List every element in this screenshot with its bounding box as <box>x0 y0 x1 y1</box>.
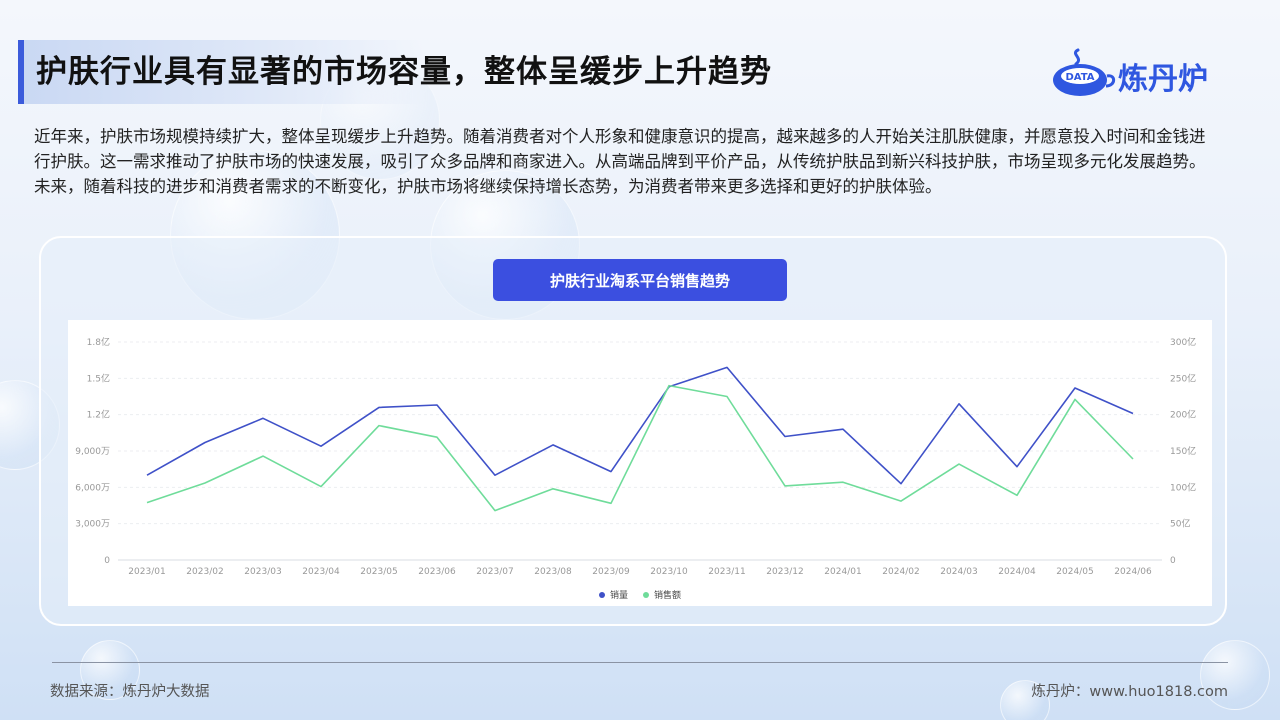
y-right-tick-label: 50亿 <box>1170 518 1190 530</box>
legend-label: 销量 <box>610 589 628 601</box>
x-tick-label: 2023/07 <box>476 567 513 577</box>
x-tick-label: 2023/11 <box>708 567 745 577</box>
x-tick-label: 2024/02 <box>882 567 919 577</box>
y-right-tick-label: 0 <box>1170 556 1176 566</box>
x-tick-label: 2024/05 <box>1056 567 1093 577</box>
series-line-sales-amount <box>146 384 1134 512</box>
footer-source: 数据来源：炼丹炉大数据 <box>50 684 210 700</box>
series-line-sales-volume <box>146 366 1134 485</box>
y-left-tick-label: 1.8亿 <box>87 336 110 348</box>
x-tick-label: 2023/02 <box>186 567 223 577</box>
cauldron-icon: DATA <box>1053 48 1116 96</box>
x-tick-label: 2024/06 <box>1114 567 1152 577</box>
y-left-tick-label: 9,000万 <box>75 447 110 457</box>
y-right-tick-label: 300亿 <box>1170 336 1196 348</box>
legend-label: 销售额 <box>654 589 681 601</box>
chart-title: 护肤行业淘系平台销售趋势 <box>493 259 787 301</box>
intro-paragraph: 近年来，护肤市场规模持续扩大，整体呈现缓步上升趋势。随着消费者对个人形象和健康意… <box>34 127 1206 196</box>
y-left-tick-label: 6,000万 <box>75 483 110 493</box>
legend-marker <box>643 592 649 598</box>
x-tick-label: 2023/12 <box>766 567 803 577</box>
y-left-tick-label: 0 <box>104 556 110 566</box>
page-title: 护肤行业具有显著的市场容量，整体呈缓步上升趋势 <box>36 54 772 90</box>
footer-divider <box>52 662 1228 663</box>
y-right-tick-label: 150亿 <box>1170 445 1196 457</box>
footer-site: 炼丹炉：www.huo1818.com <box>1031 684 1228 700</box>
x-tick-label: 2023/08 <box>534 567 572 577</box>
x-tick-label: 2023/10 <box>650 567 688 577</box>
x-tick-label: 2024/04 <box>998 567 1036 577</box>
x-tick-label: 2023/01 <box>128 567 165 577</box>
y-right-tick-label: 250亿 <box>1170 372 1196 384</box>
x-tick-label: 2024/01 <box>824 567 861 577</box>
logo-badge-text: DATA <box>1065 72 1094 83</box>
x-tick-label: 2023/06 <box>418 567 456 577</box>
chart-panel: 0 0 3,000万 50亿 6,000万 100亿 9,000万 150亿 1.2亿 200亿 1… <box>68 320 1212 606</box>
x-tick-label: 2023/09 <box>592 567 630 577</box>
y-left-tick-label: 3,000万 <box>75 520 110 530</box>
y-right-tick-label: 100亿 <box>1170 481 1196 493</box>
logo-text: 炼丹炉 <box>1118 62 1208 97</box>
y-left-tick-label: 1.2亿 <box>87 409 110 421</box>
x-tick-label: 2023/05 <box>360 567 397 577</box>
x-tick-label: 2024/03 <box>940 567 977 577</box>
y-right-tick-label: 200亿 <box>1170 409 1196 421</box>
line-chart: 0 0 3,000万 50亿 6,000万 100亿 9,000万 150亿 1.2亿 200亿 1… <box>75 336 1196 601</box>
x-tick-label: 2023/04 <box>302 567 340 577</box>
y-left-tick-label: 1.5亿 <box>87 372 110 384</box>
x-tick-label: 2023/03 <box>244 567 281 577</box>
legend-marker <box>599 592 605 598</box>
